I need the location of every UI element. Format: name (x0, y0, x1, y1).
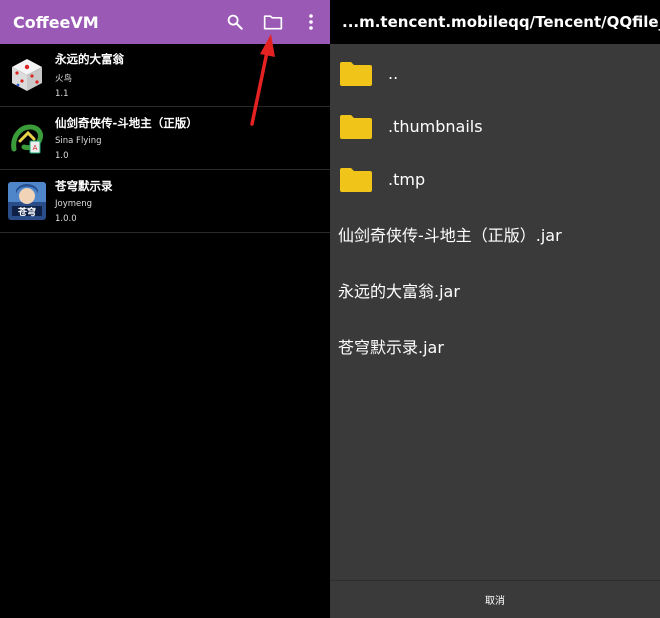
picker-footer: 取消 (330, 580, 660, 618)
game-name: 苍穹默示录 (55, 179, 113, 193)
file-name: 永远的大富翁.jar (338, 282, 460, 301)
game-version: 1.1 (55, 89, 69, 99)
folder-icon (340, 114, 372, 139)
game-version: 1.0.0 (55, 214, 77, 224)
dice-game-icon (8, 56, 46, 94)
xianjian-game-icon: A (8, 119, 46, 157)
current-path: ...m.tencent.mobileqq/Tencent/QQfile_rec… (342, 13, 660, 31)
svg-text:A: A (33, 144, 38, 152)
file-name: 苍穹默示录.jar (338, 338, 444, 357)
app-bar: CoffeeVM (0, 0, 330, 44)
search-icon (227, 14, 243, 30)
file-item[interactable]: 永远的大富翁.jar (330, 262, 660, 318)
app-bar-actions (216, 0, 330, 44)
folder-item[interactable]: .. (330, 47, 660, 100)
game-list-screen: CoffeeVM 永远的大富翁 火鸟 1.1 A 仙剑奇侠传-斗地主（正版） S… (0, 0, 330, 618)
file-list: .. .thumbnails .tmp 仙剑奇侠传-斗地主（正版）.jar 永远… (330, 44, 660, 374)
game-vendor: 火鸟 (55, 74, 73, 84)
cancel-button[interactable]: 取消 (485, 592, 505, 607)
folder-item[interactable]: .tmp (330, 153, 660, 206)
game-version: 1.0 (55, 151, 69, 161)
file-item[interactable]: 仙剑奇侠传-斗地主（正版）.jar (330, 206, 660, 262)
game-item[interactable]: A 仙剑奇侠传-斗地主（正版） Sina Flying 1.0 (0, 107, 330, 170)
folder-icon (340, 61, 372, 86)
folder-name: .thumbnails (388, 117, 483, 136)
file-name: 仙剑奇侠传-斗地主（正版）.jar (338, 226, 562, 245)
search-button[interactable] (216, 0, 254, 44)
folder-name: .. (388, 64, 399, 83)
game-item[interactable]: 苍穹 苍穹默示录 Joymeng 1.0.0 (0, 170, 330, 233)
cangqiong-game-icon: 苍穹 (8, 182, 46, 220)
game-vendor: Sina Flying (55, 136, 102, 146)
game-item[interactable]: 永远的大富翁 火鸟 1.1 (0, 44, 330, 107)
folder-icon (340, 167, 372, 192)
game-name: 仙剑奇侠传-斗地主（正版） (55, 116, 198, 130)
folder-name: .tmp (388, 170, 426, 189)
svg-text:苍穹: 苍穹 (17, 206, 36, 218)
more-vert-icon (309, 14, 313, 30)
folder-icon (263, 15, 283, 30)
file-picker-dialog: ...m.tencent.mobileqq/Tencent/QQfile_rec… (330, 0, 660, 618)
game-list: 永远的大富翁 火鸟 1.1 A 仙剑奇侠传-斗地主（正版） Sina Flyin… (0, 44, 330, 233)
picker-header: ...m.tencent.mobileqq/Tencent/QQfile_rec… (330, 0, 660, 44)
game-vendor: Joymeng (55, 199, 93, 209)
app-title: CoffeeVM (13, 12, 99, 32)
file-item[interactable]: 苍穹默示录.jar (330, 318, 660, 374)
folder-item[interactable]: .thumbnails (330, 100, 660, 153)
more-options-button[interactable] (292, 0, 330, 44)
open-folder-button[interactable] (254, 0, 292, 44)
game-name: 永远的大富翁 (55, 52, 124, 66)
